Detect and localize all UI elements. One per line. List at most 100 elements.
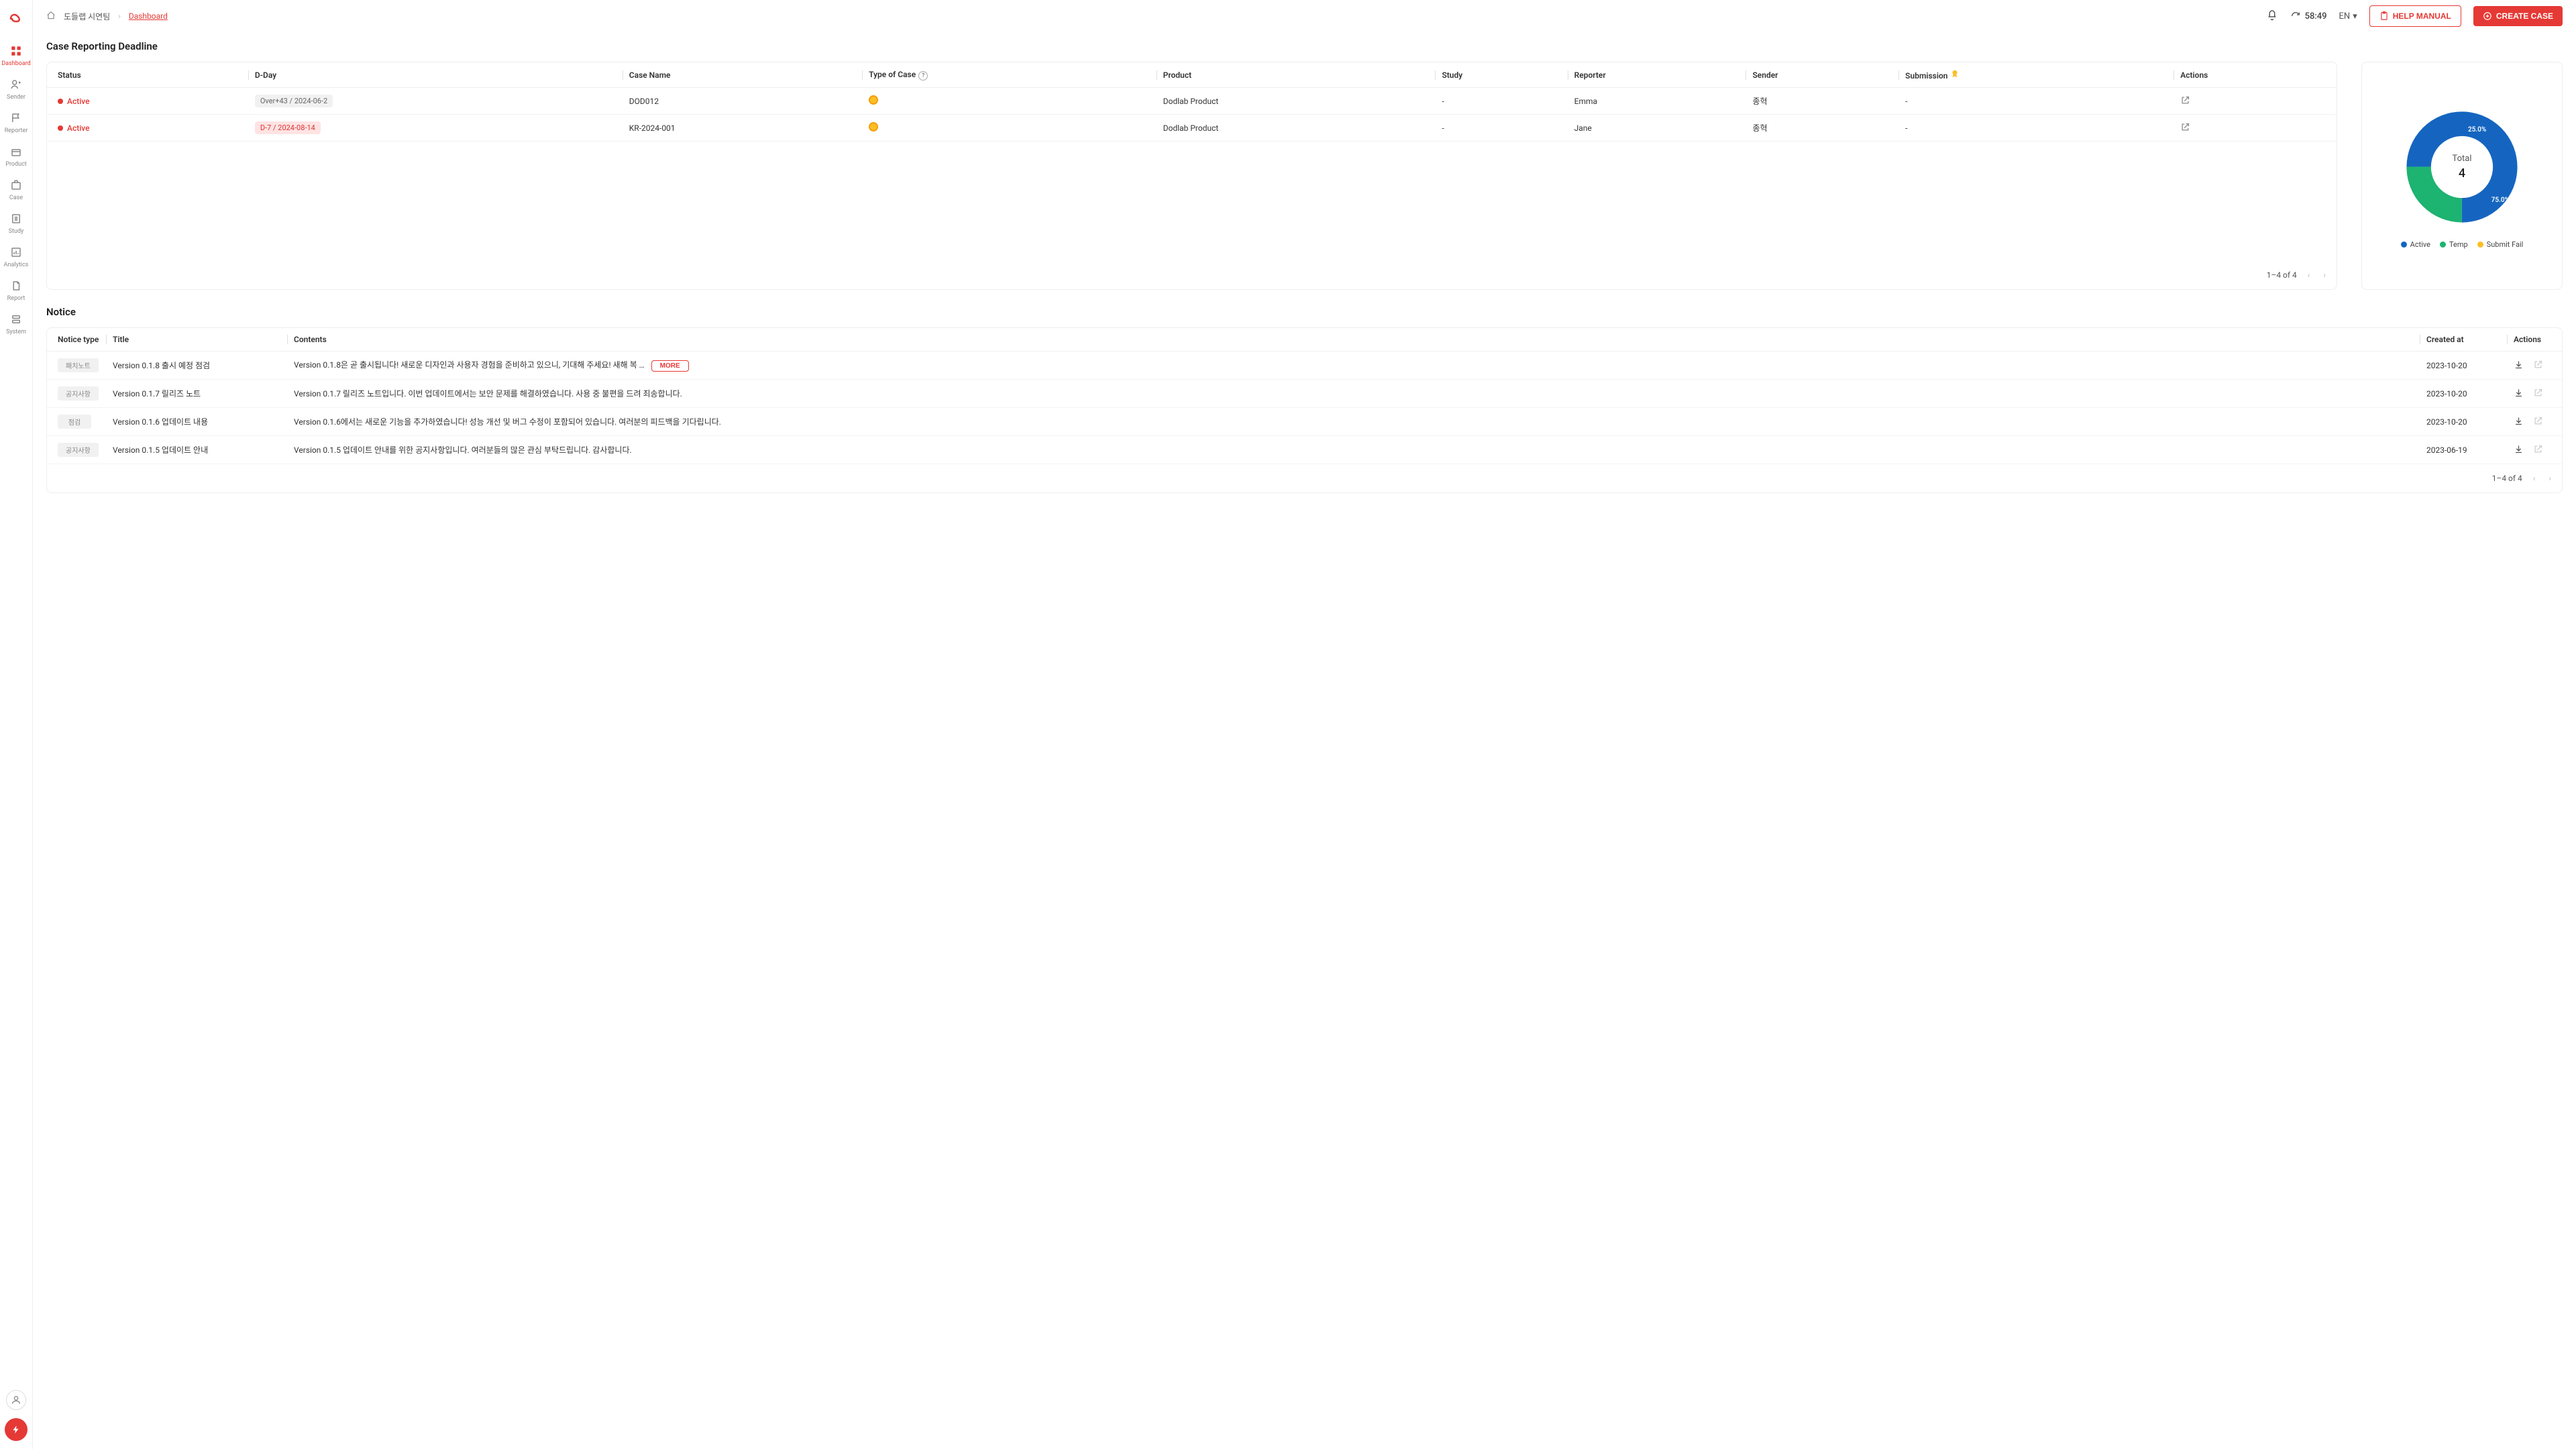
table-row[interactable]: ActiveOver+43 / 2024-06-2DOD012Dodlab Pr… <box>47 88 2337 115</box>
pagination-prev[interactable]: ‹ <box>2305 270 2313 280</box>
cell-notice-contents: Version 0.1.8은 곧 출시됩니다! 새로운 디자인과 사용자 경험을… <box>288 352 2421 380</box>
legend-active[interactable]: Active <box>2401 240 2430 249</box>
open-icon[interactable] <box>2180 98 2190 107</box>
sidebar-item-product[interactable]: Product <box>0 140 33 173</box>
chevron-right-icon: › <box>118 11 121 21</box>
col-actions: Actions <box>2175 62 2337 88</box>
cell-notice-title: Version 0.1.8 출시 예정 점검 <box>107 352 288 380</box>
col-submission[interactable]: Submission <box>1900 62 2175 88</box>
cell-created: 2023-06-19 <box>2421 436 2508 464</box>
pagination-prev[interactable]: ‹ <box>2530 474 2538 483</box>
sidebar-item-analytics[interactable]: Analytics <box>0 240 33 274</box>
create-case-button[interactable]: CREATE CASE <box>2473 6 2563 26</box>
system-icon <box>9 313 23 326</box>
case-table: Status D-Day Case Name Type of Case? Pro… <box>47 62 2337 142</box>
download-icon[interactable] <box>2514 388 2524 400</box>
badge-icon <box>1950 69 1960 78</box>
download-icon[interactable] <box>2514 444 2524 456</box>
table-row[interactable]: ActiveD-7 / 2024-08-14KR-2024-001Dodlab … <box>47 115 2337 142</box>
pagination-next[interactable]: › <box>2320 270 2328 280</box>
cell-case-name: KR-2024-001 <box>624 115 863 142</box>
legend-temp[interactable]: Temp <box>2440 240 2468 249</box>
col-product[interactable]: Product <box>1158 62 1437 88</box>
sidebar-item-label: Product <box>5 161 26 168</box>
cell-case-name: DOD012 <box>624 88 863 115</box>
quick-action-fab[interactable] <box>5 1418 28 1441</box>
report-icon <box>9 279 23 292</box>
cell-submission: - <box>1900 88 2175 115</box>
breadcrumb: 도들랩 시연팀 › Dashboard <box>46 11 168 22</box>
cell-study: - <box>1436 88 1568 115</box>
status-badge: Active <box>58 123 90 133</box>
ncol-type[interactable]: Notice type <box>47 328 107 352</box>
sidebar-item-reporter[interactable]: Reporter <box>0 106 33 140</box>
help-manual-button[interactable]: HELP MANUAL <box>2369 5 2461 27</box>
pagination-next[interactable]: › <box>2546 474 2554 483</box>
col-reporter[interactable]: Reporter <box>1569 62 1748 88</box>
legend-submit-fail[interactable]: Submit Fail <box>2477 240 2524 249</box>
edit-icon[interactable] <box>2533 388 2543 400</box>
table-row[interactable]: 공지사항 Version 0.1.7 릴리즈 노트Version 0.1.7 릴리… <box>47 380 2562 408</box>
type-dot-icon <box>869 122 878 131</box>
cell-created: 2023-10-20 <box>2421 380 2508 408</box>
notice-type-chip: 점검 <box>58 415 91 429</box>
table-row[interactable]: 패치노트Version 0.1.8 출시 예정 점검Version 0.1.8은… <box>47 352 2562 380</box>
sidebar-item-label: Sender <box>7 94 25 101</box>
cell-notice-title: Version 0.1.6 업데이트 내용 <box>107 408 288 436</box>
col-type[interactable]: Type of Case? <box>863 62 1158 88</box>
sidebar-item-label: Analytics <box>4 262 29 268</box>
notice-pagination: 1–4 of 4 ‹ › <box>47 464 2562 492</box>
edit-icon[interactable] <box>2533 360 2543 372</box>
col-dday[interactable]: D-Day <box>250 62 624 88</box>
cell-reporter: Emma <box>1569 88 1748 115</box>
col-status[interactable]: Status <box>47 62 250 88</box>
download-icon[interactable] <box>2514 416 2524 428</box>
cell-notice-contents: Version 0.1.6에서는 새로운 기능을 추가하였습니다! 성능 개선 … <box>288 408 2421 436</box>
cell-notice-title: Version 0.1.7 릴리즈 노트 <box>107 380 288 408</box>
open-icon[interactable] <box>2180 125 2190 134</box>
table-row[interactable]: 공지사항Version 0.1.5 업데이트 안내Version 0.1.5 업… <box>47 436 2562 464</box>
sender-icon <box>9 78 23 91</box>
cell-sender: 종혁 <box>1747 88 1900 115</box>
col-sender[interactable]: Sender <box>1747 62 1900 88</box>
ncol-title[interactable]: Title <box>107 328 288 352</box>
cell-notice-title: Version 0.1.5 업데이트 안내 <box>107 436 288 464</box>
col-case-name[interactable]: Case Name <box>624 62 863 88</box>
bell-icon[interactable] <box>2266 9 2278 23</box>
download-icon[interactable] <box>2514 360 2524 372</box>
chart-pct-active: 75.0% <box>2491 197 2510 204</box>
session-timer[interactable]: 58:49 <box>2290 11 2327 21</box>
sidebar-item-label: Case <box>9 195 23 201</box>
col-study[interactable]: Study <box>1436 62 1568 88</box>
topbar: 도들랩 시연팀 › Dashboard 58:49 EN ▾ HELP MANU… <box>33 0 2576 32</box>
cell-notice-contents: Version 0.1.7 릴리즈 노트입니다. 이번 업데이트에서는 보안 문… <box>288 380 2421 408</box>
dday-chip: Over+43 / 2024-06-2 <box>255 95 333 107</box>
chart-total-label: Total <box>2452 154 2471 164</box>
sidebar-item-report[interactable]: Report <box>0 274 33 307</box>
cell-study: - <box>1436 115 1568 142</box>
edit-icon[interactable] <box>2533 444 2543 456</box>
sidebar-item-case[interactable]: Case <box>0 173 33 207</box>
sidebar-item-sender[interactable]: Sender <box>0 72 33 106</box>
refresh-icon <box>2290 11 2301 21</box>
sidebar-item-study[interactable]: Study <box>0 207 33 240</box>
language-selector[interactable]: EN ▾ <box>2339 11 2357 21</box>
home-icon[interactable] <box>46 11 56 22</box>
sidebar-item-dashboard[interactable]: Dashboard <box>0 39 33 72</box>
user-avatar[interactable] <box>6 1390 26 1410</box>
notice-type-chip: 공지사항 <box>58 386 99 400</box>
help-icon[interactable]: ? <box>918 71 928 80</box>
ncol-contents[interactable]: Contents <box>288 328 2421 352</box>
sidebar-item-label: Reporter <box>5 127 28 134</box>
sidebar-item-label: Report <box>7 295 25 302</box>
sidebar-item-label: System <box>6 329 26 335</box>
more-button[interactable]: MORE <box>651 360 689 372</box>
breadcrumb-current[interactable]: Dashboard <box>129 11 168 21</box>
table-row[interactable]: 점검 Version 0.1.6 업데이트 내용Version 0.1.6에서는 … <box>47 408 2562 436</box>
edit-icon[interactable] <box>2533 416 2543 428</box>
sidebar-item-system[interactable]: System <box>0 307 33 341</box>
analytics-icon <box>9 246 23 259</box>
ncol-created[interactable]: Created at <box>2421 328 2508 352</box>
study-icon <box>9 212 23 225</box>
breadcrumb-org[interactable]: 도들랩 시연팀 <box>64 11 110 22</box>
